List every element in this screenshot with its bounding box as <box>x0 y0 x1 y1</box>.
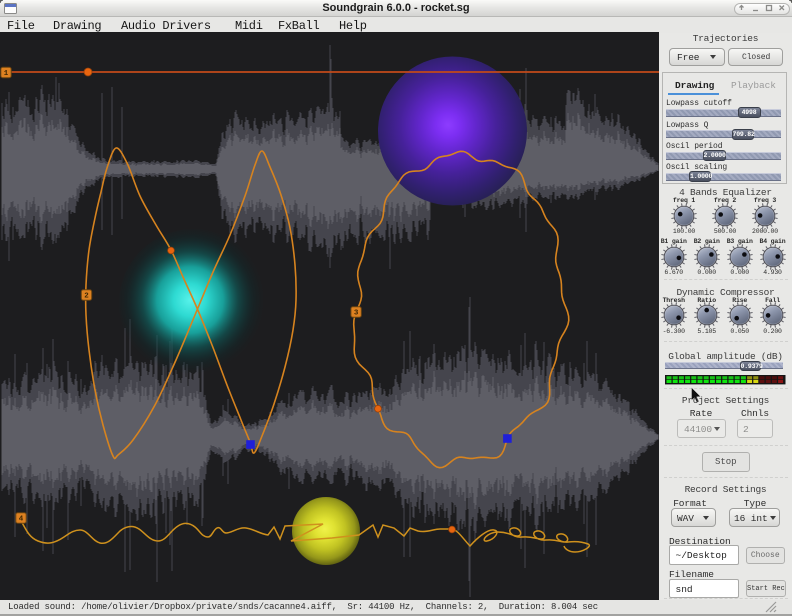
svg-text:1: 1 <box>4 70 9 78</box>
svg-text:2: 2 <box>84 293 89 301</box>
svg-text:4: 4 <box>19 516 24 524</box>
svg-text:3: 3 <box>354 310 359 318</box>
